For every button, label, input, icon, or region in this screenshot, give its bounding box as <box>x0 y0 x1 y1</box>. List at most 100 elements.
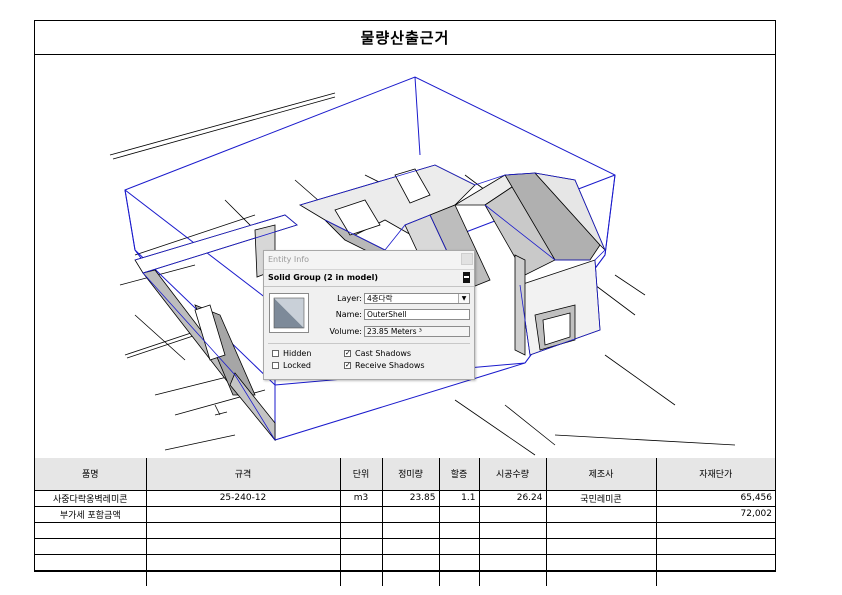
cast-shadows-label: Cast Shadows <box>355 349 412 358</box>
table-row: 부가세 포함금액 72,002 <box>35 505 775 523</box>
table-row <box>35 569 775 586</box>
collapse-icon[interactable] <box>463 272 470 283</box>
quantity-table: 품명 규격 단위 정미량 할증 시공수량 제조사 자재단가 사중다락옹벽레미콘 … <box>35 458 775 586</box>
cell <box>545 553 657 571</box>
cell <box>655 537 775 555</box>
volume-value: 23.85 Meters ³ <box>367 326 422 336</box>
cell: 사중다락옹벽레미콘 <box>35 489 147 507</box>
model-viewport[interactable]: Entity Info Solid Group (2 in model) Lay… <box>35 55 775 458</box>
cell: m3 <box>339 489 383 507</box>
cell: 국민레미콘 <box>545 489 657 507</box>
header-unit-price: 자재단가 <box>655 458 775 491</box>
layer-select[interactable]: 4층다락 ▼ <box>364 292 470 304</box>
cell <box>381 537 440 555</box>
table-row: 사중다락옹벽레미콘 25-240-12 m3 23.85 1.1 26.24 국… <box>35 489 775 507</box>
layer-label: Layer: <box>337 293 362 303</box>
cell <box>478 537 547 555</box>
cell <box>145 521 341 539</box>
cell: 1.1 <box>438 489 480 507</box>
check-icon[interactable]: ✓ <box>344 350 351 357</box>
cell <box>438 569 480 586</box>
material-thumbnail[interactable] <box>269 293 309 333</box>
cell <box>655 569 775 586</box>
cell <box>381 553 440 571</box>
cell: 65,456 <box>655 489 775 507</box>
entity-info-dialog: Entity Info Solid Group (2 in model) Lay… <box>263 250 475 380</box>
cell <box>655 553 775 571</box>
cell <box>478 569 547 586</box>
hidden-checkbox-box[interactable] <box>272 350 279 357</box>
receive-shadows-label: Receive Shadows <box>355 361 425 370</box>
cell <box>145 537 341 555</box>
volume-label: Volume: <box>329 326 362 336</box>
cell <box>339 521 383 539</box>
name-label: Name: <box>335 309 362 319</box>
cell <box>381 521 440 539</box>
cell <box>478 521 547 539</box>
cell <box>438 537 480 555</box>
layer-value: 4층다락 <box>367 293 393 303</box>
header-manufacturer: 제조사 <box>545 458 657 491</box>
cell <box>339 569 383 586</box>
dialog-titlebar[interactable]: Entity Info <box>264 251 474 270</box>
cell <box>339 553 383 571</box>
cell <box>545 537 657 555</box>
dialog-title: Entity Info <box>268 255 310 264</box>
table-header-row: 품명 규격 단위 정미량 할증 시공수량 제조사 자재단가 <box>35 458 775 491</box>
cell <box>545 569 657 586</box>
cast-shadows-checkbox[interactable]: ✓ Cast Shadows <box>344 349 411 358</box>
locked-checkbox-box[interactable] <box>272 362 279 369</box>
close-icon[interactable] <box>461 253 473 265</box>
table-row <box>35 553 775 571</box>
name-value: OuterShell <box>367 309 407 319</box>
chevron-down-icon[interactable]: ▼ <box>458 293 469 303</box>
layer-row: Layer: 4층다락 ▼ <box>314 292 470 304</box>
cell: 부가세 포함금액 <box>35 505 147 523</box>
header-net-qty: 정미량 <box>381 458 440 491</box>
name-field[interactable]: OuterShell <box>364 308 470 320</box>
table-row <box>35 537 775 555</box>
cell <box>339 505 383 523</box>
cell <box>545 505 657 523</box>
cell <box>145 505 341 523</box>
cell: 72,002 <box>655 505 775 523</box>
locked-checkbox[interactable]: Locked <box>272 361 311 370</box>
cell: 23.85 <box>381 489 440 507</box>
receive-shadows-checkbox[interactable]: ✓ Receive Shadows <box>344 361 425 370</box>
cell <box>35 553 147 571</box>
cell: 26.24 <box>478 489 547 507</box>
cell <box>438 553 480 571</box>
header-work-qty: 시공수량 <box>478 458 547 491</box>
header-unit: 단위 <box>339 458 383 491</box>
quantity-sheet: 물량산출근거 Entity Info Solid Group (2 in mod… <box>34 20 776 586</box>
cell <box>35 569 147 586</box>
hidden-label: Hidden <box>283 349 312 358</box>
cell <box>438 521 480 539</box>
dialog-divider <box>268 343 470 344</box>
header-surcharge: 할증 <box>438 458 480 491</box>
entity-type-header: Solid Group (2 in model) <box>264 270 474 287</box>
cell <box>35 521 147 539</box>
cell <box>438 505 480 523</box>
cell <box>145 569 341 586</box>
header-spec: 규격 <box>145 458 341 491</box>
cell: 25-240-12 <box>145 489 341 507</box>
hidden-checkbox[interactable]: Hidden <box>272 349 311 358</box>
table-row <box>35 521 775 539</box>
cell <box>478 505 547 523</box>
cell <box>545 521 657 539</box>
cell <box>35 537 147 555</box>
header-item: 품명 <box>35 458 147 491</box>
name-row: Name: OuterShell <box>314 308 470 320</box>
cell <box>478 553 547 571</box>
locked-label: Locked <box>283 361 311 370</box>
cell <box>381 569 440 586</box>
cell <box>145 553 341 571</box>
material-swatch-icon <box>273 297 305 329</box>
cell <box>381 505 440 523</box>
volume-field: 23.85 Meters ³ <box>364 325 470 337</box>
entity-type-label: Solid Group (2 in model) <box>268 273 379 282</box>
check-icon[interactable]: ✓ <box>344 362 351 369</box>
cell <box>655 521 775 539</box>
volume-row: Volume: 23.85 Meters ³ <box>314 325 470 337</box>
